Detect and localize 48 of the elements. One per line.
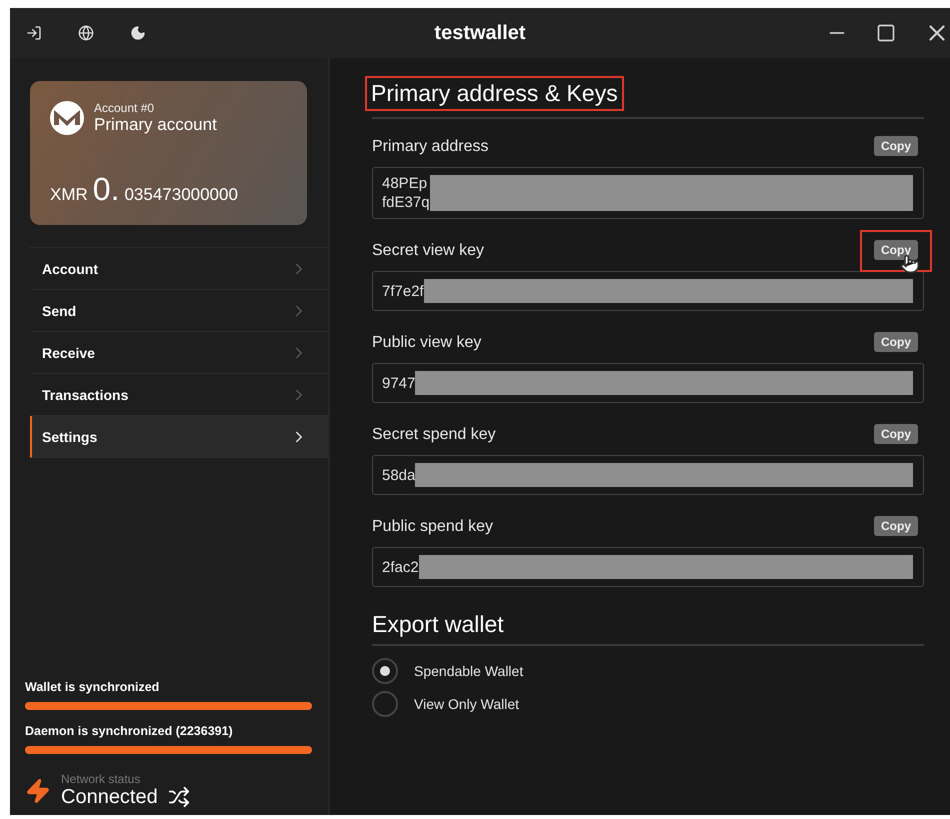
sidebar-item[interactable]: Account (30, 248, 328, 290)
section-heading: Primary address & Keys (371, 80, 618, 107)
copy-button[interactable]: Copy (874, 332, 918, 352)
currency-label: XMR (50, 185, 88, 205)
copy-button[interactable]: Copy (874, 516, 918, 536)
shuffle-icon[interactable] (168, 786, 190, 808)
radio-button[interactable] (372, 658, 398, 684)
window-title: testwallet (434, 22, 526, 44)
sidebar-item[interactable]: Receive (30, 332, 328, 374)
monero-logo-icon (50, 101, 84, 135)
radio-label: Spendable Wallet (414, 662, 524, 678)
radio-label: View Only Wallet (414, 696, 520, 712)
network-label: Network status (61, 772, 142, 786)
key-value: 9747 (382, 374, 416, 392)
sign-out-icon[interactable] (26, 25, 42, 41)
moon-icon[interactable] (130, 25, 146, 41)
key-value: fdE37q (382, 193, 430, 212)
copy-button[interactable]: Copy (874, 240, 918, 260)
maximize-icon[interactable] (876, 23, 896, 43)
copy-button[interactable]: Copy (874, 424, 918, 444)
key-label: Secret view key (372, 242, 484, 260)
key-field[interactable]: 9747 (372, 363, 924, 403)
sync-label: Wallet is synchronized (25, 680, 160, 694)
sync-label: Daemon is synchronized (2236391) (25, 724, 234, 738)
key-field[interactable]: 48PEp fdE37q (372, 167, 924, 219)
balance-integer: 0. (92, 171, 120, 208)
account-number: Account #0 (94, 101, 156, 115)
key-label: Public spend key (372, 518, 493, 536)
key-value: 48PEp (382, 174, 428, 193)
globe-icon[interactable] (78, 25, 94, 41)
key-value: 2fac2 (382, 558, 419, 576)
key-value: 7f7e2f (382, 282, 424, 300)
key-label: Secret spend key (372, 426, 496, 444)
key-value: 58da (382, 466, 416, 484)
key-label: Public view key (372, 334, 482, 352)
sidebar-item[interactable]: Settings (30, 416, 328, 458)
key-field[interactable]: 58da (372, 455, 924, 495)
lightning-icon (25, 778, 51, 804)
key-label: Primary address (372, 138, 488, 156)
account-name: Primary account (94, 115, 217, 135)
balance-fraction: 035473000000 (124, 185, 238, 205)
key-field[interactable]: 7f7e2f (372, 271, 924, 311)
section-heading: Export wallet (372, 611, 505, 638)
key-field[interactable]: 2fac2 (372, 547, 924, 587)
sidebar-item[interactable]: Send (30, 290, 328, 332)
copy-button[interactable]: Copy (874, 136, 918, 156)
network-status: Connected (61, 786, 158, 809)
radio-button[interactable] (372, 690, 398, 716)
